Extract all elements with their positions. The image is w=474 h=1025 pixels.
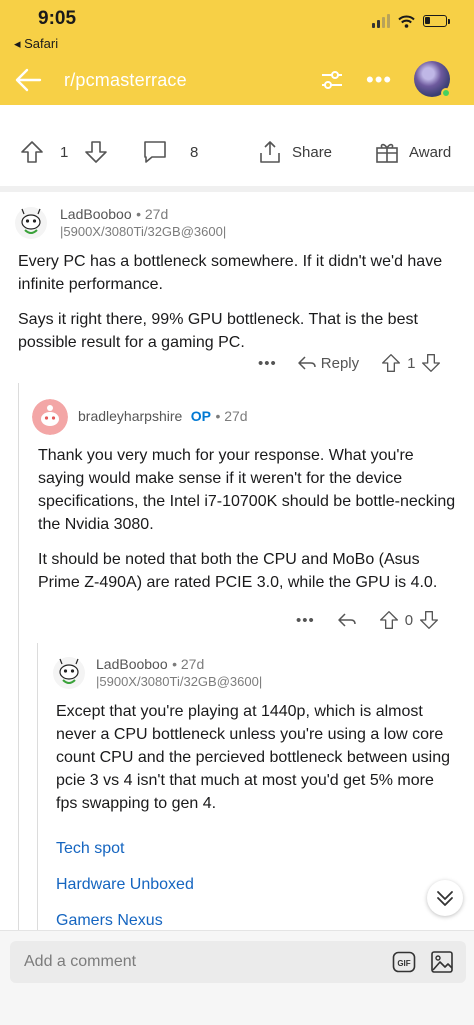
comment-paragraph: Thank you very much for your response. W… <box>38 447 456 533</box>
comment-count: 8 <box>190 143 199 161</box>
thread-line[interactable] <box>18 383 19 943</box>
double-chevron-down-icon <box>437 891 453 906</box>
comment-actions: ••• Reply 1 <box>258 353 441 373</box>
reply-arrow-icon[interactable] <box>297 355 317 371</box>
header-bar: 9:05 ◂ Safari r/pcmasterrace ••• <box>0 0 474 105</box>
subreddit-title[interactable]: r/pcmasterrace <box>64 70 187 91</box>
comment-body: Every PC has a bottleneck somewhere. If … <box>18 250 454 354</box>
user-flair: |5900X/3080Ti/32GB@3600| <box>60 224 227 239</box>
downvote-icon[interactable] <box>84 140 108 164</box>
op-badge: OP <box>190 408 211 424</box>
comment-bubble-icon <box>144 141 166 163</box>
award-gift-icon <box>376 143 398 163</box>
comment-placeholder: Add a comment <box>24 953 137 970</box>
svg-text:GIF: GIF <box>397 959 410 968</box>
comment-paragraph: Except that you're playing at 1440p, whi… <box>56 703 451 812</box>
post-vote-group: 1 <box>20 140 108 164</box>
comment-age: • 27d <box>136 206 169 222</box>
post-action-bar: 1 8 Share Award <box>0 140 474 180</box>
back-arrow-icon[interactable] <box>14 66 42 94</box>
link-hardware-unboxed[interactable]: Hardware Unboxed <box>56 876 194 894</box>
battery-icon <box>423 15 447 27</box>
comment-vote-count: 1 <box>407 354 416 372</box>
share-label: Share <box>292 143 333 161</box>
award-label: Award <box>409 143 452 161</box>
link-tech-spot[interactable]: Tech spot <box>56 840 124 858</box>
more-options-icon[interactable]: ••• <box>258 355 277 372</box>
thread-line[interactable] <box>37 643 38 943</box>
comment-age: • 27d <box>172 656 205 672</box>
comment-paragraph: Says it right there, 99% GPU bottleneck.… <box>18 311 418 351</box>
share-icon <box>260 141 280 163</box>
reply-arrow-icon[interactable] <box>337 612 357 628</box>
downvote-icon[interactable] <box>419 610 439 630</box>
snoo-avatar-icon <box>32 399 68 435</box>
more-options-icon[interactable]: ••• <box>296 612 315 629</box>
award-button[interactable]: Award <box>375 140 451 164</box>
add-comment-input[interactable]: Add a comment GIF <box>10 941 466 983</box>
snoo-avatar-icon <box>53 657 85 689</box>
reply-button[interactable]: Reply <box>321 355 359 372</box>
comment-body: Except that you're playing at 1440p, whi… <box>56 700 456 815</box>
comment-author[interactable]: LadBooboo <box>60 206 132 222</box>
wifi-icon <box>398 15 415 28</box>
more-options-icon[interactable]: ••• <box>366 69 392 91</box>
signal-icon <box>372 14 390 28</box>
comment-author[interactable]: bradleyharpshire <box>78 408 182 424</box>
upvote-icon[interactable] <box>379 610 399 630</box>
comment-vote-count: 0 <box>404 611 414 629</box>
comment-age: • 27d <box>215 408 248 424</box>
online-status-dot <box>441 88 451 98</box>
comment-paragraph: Every PC has a bottleneck somewhere. If … <box>18 253 443 293</box>
comment-paragraph: It should be noted that both the CPU and… <box>38 551 438 591</box>
back-to-safari-link[interactable]: ◂ Safari <box>14 36 58 52</box>
user-flair: |5900X/3080Ti/32GB@3600| <box>96 674 263 689</box>
next-comment-button[interactable] <box>427 880 463 916</box>
link-gamers-nexus[interactable]: Gamers Nexus <box>56 912 163 930</box>
status-time: 9:05 <box>38 8 77 29</box>
snoo-avatar-icon <box>15 207 47 239</box>
comment-author[interactable]: LadBooboo <box>96 656 168 672</box>
share-button[interactable]: Share <box>258 140 332 164</box>
downvote-icon[interactable] <box>421 353 441 373</box>
upvote-icon[interactable] <box>20 140 44 164</box>
comment-body: Thank you very much for your response. W… <box>38 444 458 594</box>
comment-actions: ••• 0 <box>296 610 439 630</box>
section-divider <box>0 186 474 192</box>
upvote-icon[interactable] <box>381 353 401 373</box>
comments-button[interactable]: 8 <box>142 140 198 164</box>
comment-composer: Add a comment GIF <box>0 930 474 1025</box>
post-vote-count: 1 <box>60 143 69 161</box>
image-upload-icon[interactable] <box>430 950 454 974</box>
status-icons <box>372 14 450 28</box>
gif-icon[interactable]: GIF <box>392 951 416 973</box>
sort-filter-icon[interactable] <box>320 70 344 90</box>
